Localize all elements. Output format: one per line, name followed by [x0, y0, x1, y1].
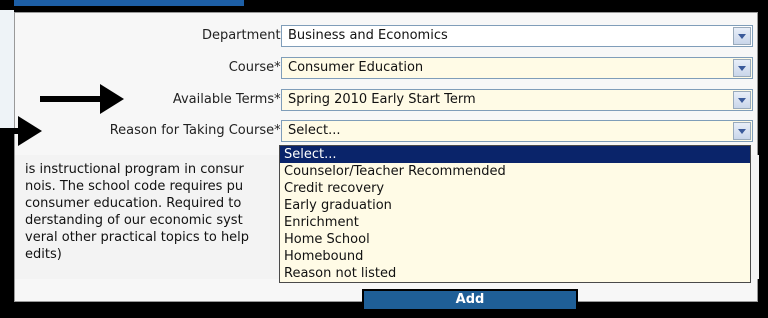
reason-value: Select...	[288, 123, 341, 138]
department-label: Department:	[201, 28, 285, 43]
terms-row: Available Terms*: Spring 2010 Early Star…	[15, 87, 759, 113]
chevron-down-icon[interactable]	[733, 27, 751, 45]
department-row: Department: Business and Economics	[15, 23, 759, 49]
department-value: Business and Economics	[288, 28, 448, 43]
department-select[interactable]: Business and Economics	[281, 25, 753, 47]
chevron-down-icon[interactable]	[733, 59, 751, 77]
chevron-down-icon[interactable]	[733, 122, 751, 140]
terms-label: Available Terms*:	[172, 92, 285, 107]
dropdown-option[interactable]: Reason not listed	[280, 265, 750, 282]
terms-select[interactable]: Spring 2010 Early Start Term	[281, 89, 753, 111]
chevron-down-icon[interactable]	[733, 91, 751, 109]
reason-label: Reason for Taking Course*:	[109, 123, 285, 138]
course-value: Consumer Education	[288, 60, 424, 75]
reason-dropdown-list[interactable]: Select... Counselor/Teacher Recommended …	[279, 145, 751, 283]
dropdown-option[interactable]: Homebound	[280, 248, 750, 265]
course-select[interactable]: Consumer Education	[281, 57, 753, 79]
terms-value: Spring 2010 Early Start Term	[288, 92, 476, 107]
dropdown-option[interactable]: Select...	[280, 146, 750, 163]
top-bar	[0, 0, 768, 12]
arrow-right-icon	[18, 116, 42, 146]
reason-row: Reason for Taking Course*: Select...	[15, 118, 759, 144]
left-edge	[0, 10, 14, 130]
course-row: Course*: Consumer Education	[15, 55, 759, 81]
dropdown-option[interactable]: Credit recovery	[280, 180, 750, 197]
dropdown-option[interactable]: Early graduation	[280, 197, 750, 214]
reason-select[interactable]: Select...	[281, 120, 753, 142]
dropdown-option[interactable]: Home School	[280, 231, 750, 248]
course-label: Course*:	[228, 60, 285, 75]
dropdown-option[interactable]: Enrichment	[280, 214, 750, 231]
right-edge	[758, 12, 768, 318]
header-tab-strip	[14, 0, 244, 6]
add-button[interactable]: Add	[362, 289, 578, 311]
arrow-right-icon	[100, 84, 124, 114]
dropdown-option[interactable]: Counselor/Teacher Recommended	[280, 163, 750, 180]
